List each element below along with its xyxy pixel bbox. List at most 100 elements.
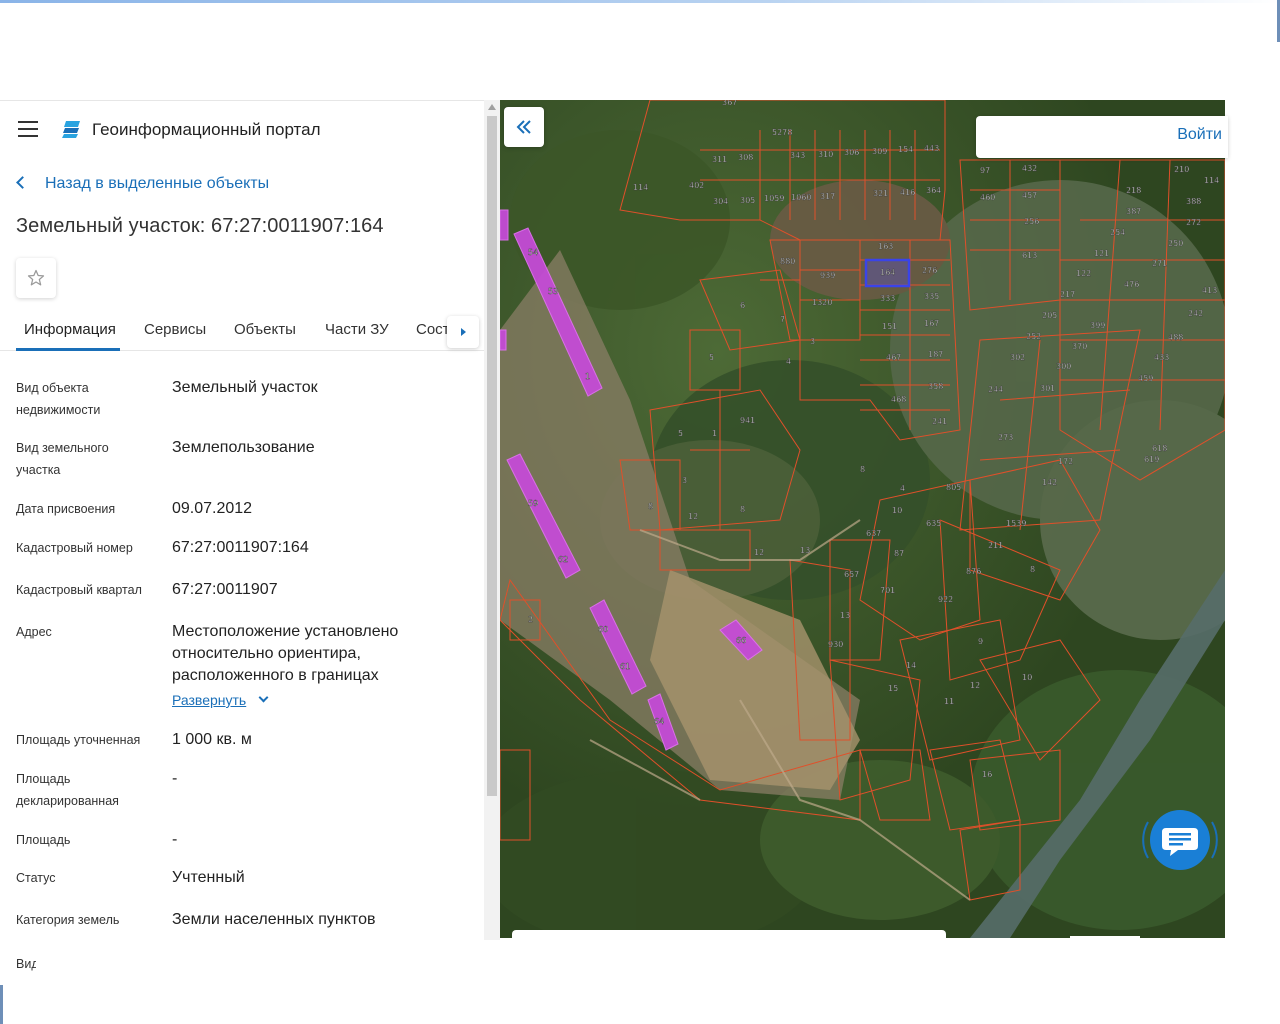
parcel-label-142: 142 <box>1042 478 1057 487</box>
caret-right-icon <box>460 328 466 336</box>
tab-info[interactable]: Информация <box>24 321 116 338</box>
parcel-label-308: 308 <box>738 153 753 162</box>
parcel-label-333: 333 <box>880 294 895 303</box>
parcel-label-60: 60 <box>598 625 608 634</box>
parcel-label-310: 310 <box>818 150 833 159</box>
parcel-label-252: 252 <box>1026 332 1041 341</box>
property-label: Площадь уточненная <box>16 733 141 747</box>
map-canvas[interactable]: 367 5278 311 308 343 310 306 309 154 443… <box>500 100 1225 938</box>
scrollbar-thumb[interactable] <box>487 116 497 796</box>
chevron-down-icon[interactable] <box>258 692 269 703</box>
parcel-label-880: 880 <box>780 257 795 266</box>
tab-parts[interactable]: Части ЗУ <box>325 321 389 338</box>
parcel-label-211: 211 <box>988 541 1003 550</box>
parcel-label-637: 637 <box>866 529 881 538</box>
parcel-label-11: 11 <box>944 697 954 706</box>
parcel-label-460: 460 <box>980 193 995 202</box>
tab-services[interactable]: Сервисы <box>144 321 206 338</box>
login-panel: Войти <box>976 116 1228 158</box>
parcel-label-364: 364 <box>926 186 941 195</box>
property-label: Площадь декларированная <box>16 772 119 808</box>
page-bottom-area <box>0 985 1280 1024</box>
parcel-label-276: 276 <box>922 266 937 275</box>
property-value: 1 000 кв. м <box>172 731 252 748</box>
parcel-label-271: 271 <box>1152 259 1167 268</box>
property-value: Земельный участок <box>172 379 318 396</box>
collapse-panel-button[interactable] <box>504 107 544 147</box>
window-edge-left <box>0 985 3 1024</box>
parcel-label-413: 413 <box>1202 286 1217 295</box>
property-value: Земли населенных пунктов <box>172 911 376 928</box>
tab-composition[interactable]: Сост <box>416 321 450 338</box>
parcel-label-10: 10 <box>1022 673 1032 682</box>
parcel-label-8: 8 <box>1030 565 1035 574</box>
parcel-label-476: 476 <box>1124 280 1139 289</box>
parcel-label-1b: 1 <box>712 429 717 438</box>
map-view[interactable]: 367 5278 311 308 343 310 306 309 154 443… <box>500 100 1225 938</box>
parcel-label-443: 443 <box>924 144 939 153</box>
info-sidebar: Геоинформационный портал Назад в выделен… <box>0 100 484 985</box>
parcel-label-1059: 1059 <box>764 194 784 203</box>
property-label: Кадастровый квартал <box>16 583 142 597</box>
parcel-label-2: 2 <box>528 615 533 624</box>
parcel-label-151: 151 <box>882 322 897 331</box>
scroll-up-icon[interactable] <box>488 104 496 110</box>
parcel-label-121: 121 <box>1094 249 1109 258</box>
login-button[interactable]: Войти <box>1177 126 1222 144</box>
parcel-label-635: 635 <box>926 519 941 528</box>
chat-button[interactable] <box>1138 802 1222 878</box>
parcel-label-459: 459 <box>1138 374 1153 383</box>
property-value: Учтенный <box>172 869 245 886</box>
parcel-label-13: 13 <box>840 611 850 620</box>
parcel-label-10b: 10 <box>892 506 902 515</box>
parcel-label-273: 273 <box>998 433 1013 442</box>
parcel-label-8c: 8 <box>740 505 745 514</box>
app-title: Геоинформационный портал <box>92 120 321 139</box>
tab-objects[interactable]: Объекты <box>234 321 296 338</box>
chevron-left-icon <box>16 176 29 189</box>
tab-bar: Информация Сервисы Объекты Части ЗУ Сост <box>0 315 484 351</box>
back-to-selected-link[interactable]: Назад в выделенные объекты <box>16 175 270 193</box>
parcel-label-930: 930 <box>828 640 843 649</box>
back-link-label: Назад в выделенные объекты <box>45 175 270 192</box>
parcel-label-217: 217 <box>1060 290 1075 299</box>
hamburger-icon[interactable] <box>18 121 38 137</box>
expand-address-link[interactable]: Развернуть <box>172 689 246 711</box>
parcel-label-467: 467 <box>886 353 901 362</box>
parcel-label-457: 457 <box>1022 191 1037 200</box>
map-right-margin <box>1225 100 1280 940</box>
app-header: Геоинформационный портал <box>0 101 484 157</box>
parcel-label-8b: 8 <box>648 502 653 511</box>
parcel-label-335: 335 <box>924 292 939 301</box>
tab-scroll-right-button[interactable] <box>447 316 479 348</box>
property-value-address: Местоположение установлено относительно … <box>172 621 472 712</box>
parcel-label-6: 6 <box>740 301 745 310</box>
parcel-label-8d: 8 <box>860 465 865 474</box>
parcel-label-301: 301 <box>1040 384 1055 393</box>
parcel-label-12: 12 <box>970 681 980 690</box>
property-label: Площадь <box>16 833 71 847</box>
parcel-label-172: 172 <box>1058 457 1073 466</box>
chat-icon-line <box>1169 843 1183 846</box>
parcel-label-701: 701 <box>880 586 895 595</box>
parcel-label-317: 317 <box>820 192 835 201</box>
parcel-label-370: 370 <box>1072 342 1087 351</box>
parcel-label-250: 250 <box>1168 239 1183 248</box>
parcel-label-59: 59 <box>528 499 538 508</box>
chat-icon-line <box>1169 838 1191 841</box>
map-bottom-panel-secondary <box>1070 936 1140 938</box>
parcel-label-241: 241 <box>932 417 947 426</box>
star-icon <box>27 269 45 286</box>
parcel-label-619: 619 <box>1144 455 1159 464</box>
parcel-label-5b: 5 <box>678 429 683 438</box>
parcel-label-488: 488 <box>1168 333 1183 342</box>
parcel-label-53: 53 <box>548 287 558 296</box>
parcel-label-14: 14 <box>906 661 916 670</box>
parcel-label-468: 468 <box>891 395 906 404</box>
property-label: Адрес <box>16 625 52 639</box>
sidebar-scrollbar[interactable] <box>484 100 500 940</box>
active-tab-indicator <box>16 348 120 351</box>
parcel-label-388: 388 <box>1186 197 1201 206</box>
parcel-label-12c: 12 <box>754 548 764 557</box>
favorite-button[interactable] <box>16 258 56 298</box>
